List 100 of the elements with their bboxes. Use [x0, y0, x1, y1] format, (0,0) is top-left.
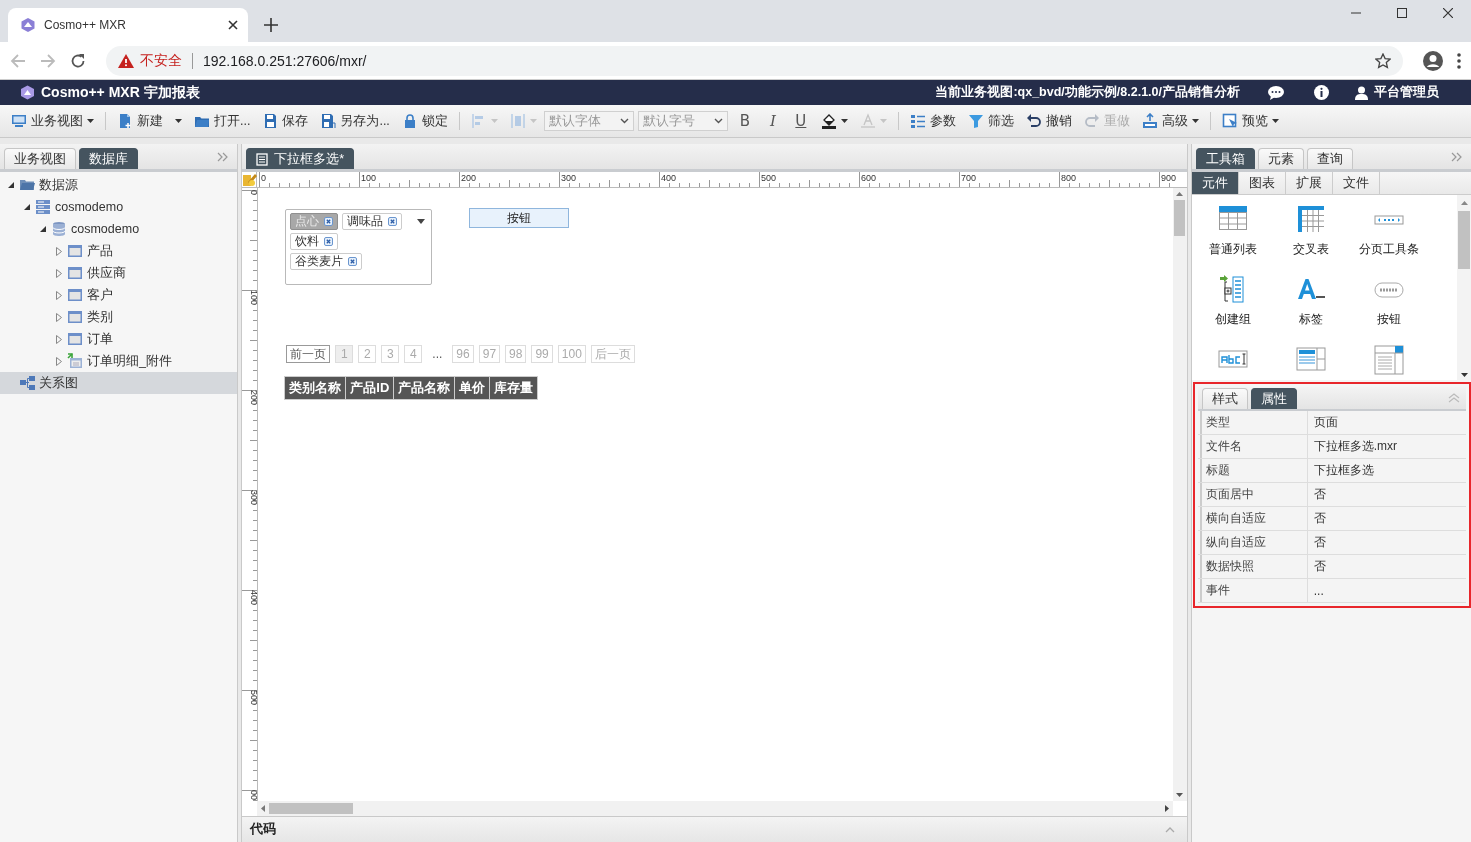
menu-icon[interactable] — [1457, 52, 1461, 69]
remove-icon[interactable] — [324, 217, 334, 226]
tree-item[interactable]: cosmodemo — [0, 196, 238, 218]
collapse-icon[interactable] — [1164, 826, 1175, 833]
scroll-down-icon[interactable] — [1176, 793, 1184, 797]
maximize-icon[interactable] — [1397, 8, 1407, 18]
property-value[interactable]: 下拉框多选 — [1307, 459, 1466, 482]
code-panel-header[interactable]: 代码 — [242, 816, 1187, 842]
scroll-down-icon[interactable] — [1460, 373, 1468, 377]
toolbar-button[interactable]: 撤销 — [1020, 110, 1077, 132]
scrollbar-thumb[interactable] — [1458, 211, 1470, 269]
tab[interactable]: 元素 — [1257, 148, 1304, 169]
tree-item[interactable]: 订单 — [0, 328, 238, 350]
chat-icon[interactable] — [1268, 85, 1284, 100]
toolbar-button[interactable]: 筛选 — [962, 110, 1019, 132]
document-tab[interactable]: 下拉框多选* — [246, 148, 355, 169]
subtab[interactable]: 元件 — [1191, 172, 1239, 194]
tree-item[interactable]: cosmodemo — [0, 218, 238, 240]
forward-icon[interactable] — [40, 52, 56, 69]
info-icon[interactable] — [1314, 85, 1329, 100]
tab[interactable]: 业务视图 — [4, 148, 76, 169]
toolbox-item[interactable]: 普通列表 — [1193, 203, 1272, 273]
tree-item[interactable]: 数据源 — [0, 174, 238, 196]
expanded-arrow-icon[interactable] — [7, 182, 14, 188]
format-button[interactable]: I — [759, 110, 786, 132]
tab[interactable]: 样式 — [1201, 388, 1248, 409]
property-value[interactable]: 下拉框多选.mxr — [1307, 435, 1466, 458]
back-icon[interactable] — [10, 52, 26, 69]
star-icon[interactable] — [1375, 52, 1391, 69]
vertical-scrollbar[interactable] — [1457, 195, 1471, 380]
collapsed-arrow-icon[interactable] — [55, 356, 62, 366]
toolbar-button[interactable]: 另存为... — [315, 110, 395, 132]
toolbox-item[interactable]: 分页工具条 — [1349, 203, 1428, 273]
tab[interactable]: 工具箱 — [1195, 148, 1255, 169]
subtab[interactable]: 图表 — [1238, 172, 1286, 194]
address-bar[interactable]: 不安全 192.168.0.251:27606/mxr/ — [106, 45, 1403, 76]
user-name[interactable]: 平台管理员 — [1374, 84, 1439, 101]
prev-page-button[interactable]: 前一页 — [286, 345, 331, 363]
tab[interactable]: 查询 — [1306, 148, 1353, 169]
toolbar-button[interactable]: 锁定 — [396, 110, 453, 132]
tree-item[interactable]: 客户 — [0, 284, 238, 306]
collapsed-arrow-icon[interactable] — [55, 268, 62, 278]
scroll-up-icon[interactable] — [1460, 201, 1468, 205]
scrollbar-thumb[interactable] — [1174, 200, 1186, 236]
toolbar-button[interactable]: 预览 — [1216, 110, 1284, 132]
toolbar-button[interactable]: 保存 — [257, 110, 314, 132]
toolbar-button[interactable]: 打开... — [189, 110, 256, 132]
toolbar-button[interactable]: 高级 — [1136, 110, 1204, 132]
format-button[interactable]: B — [731, 110, 758, 132]
expanded-arrow-icon[interactable] — [39, 226, 46, 232]
remove-icon[interactable] — [388, 217, 398, 226]
tag-chip[interactable]: 调味品 — [342, 213, 403, 230]
collapsed-arrow-icon[interactable] — [55, 290, 62, 300]
tree-item[interactable]: 产品 — [0, 240, 238, 262]
subtab[interactable]: 扩展 — [1285, 172, 1333, 194]
horizontal-scrollbar[interactable] — [257, 801, 1173, 816]
toolbox-item[interactable]: 交叉表 — [1271, 203, 1350, 273]
browser-tab[interactable]: Cosmo++ MXR — [8, 8, 248, 42]
tab[interactable]: 属性 — [1250, 388, 1297, 409]
expanded-arrow-icon[interactable] — [23, 204, 30, 210]
tab[interactable]: 数据库 — [79, 148, 138, 169]
scrollbar-thumb[interactable] — [269, 803, 354, 814]
toolbar-button[interactable]: 新建 — [112, 110, 168, 132]
property-value[interactable]: 否 — [1307, 555, 1466, 578]
tree-item[interactable]: 供应商 — [0, 262, 238, 284]
toolbar-button[interactable]: 参数 — [904, 110, 961, 132]
tree-item[interactable]: 类别 — [0, 306, 238, 328]
property-value[interactable]: 否 — [1307, 483, 1466, 506]
toolbar-button[interactable]: 业务视图 — [6, 110, 99, 132]
dropdown-arrow-icon[interactable] — [417, 219, 426, 224]
subtab[interactable]: 文件 — [1332, 172, 1380, 194]
close-icon[interactable] — [1443, 8, 1453, 18]
multi-select-combo[interactable]: 点心 调味品 饮料 谷类麦片 — [285, 209, 433, 285]
button[interactable]: 按钮 — [469, 208, 570, 228]
collapsed-arrow-icon[interactable] — [55, 246, 62, 256]
remove-icon[interactable] — [348, 257, 358, 266]
toolbox-item[interactable]: 创建组 — [1193, 273, 1272, 343]
ruler-origin-icon[interactable] — [242, 172, 258, 187]
new-tab-icon[interactable] — [264, 18, 278, 32]
collapsed-arrow-icon[interactable] — [55, 334, 62, 344]
property-value[interactable]: 页面 — [1307, 411, 1466, 434]
expand-panel-icon[interactable] — [1451, 151, 1463, 162]
tree-item[interactable]: 订单明细_附件 — [0, 350, 238, 372]
collapsed-arrow-icon[interactable] — [55, 312, 62, 322]
toolbox-item[interactable]: 按钮 — [1349, 273, 1428, 343]
reload-icon[interactable] — [70, 52, 86, 69]
format-button[interactable]: U — [787, 110, 814, 132]
expand-panel-icon[interactable] — [217, 151, 230, 162]
property-value[interactable]: 否 — [1307, 507, 1466, 530]
tag-chip[interactable]: 谷类麦片 — [290, 253, 363, 270]
remove-icon[interactable] — [324, 237, 334, 246]
scroll-right-icon[interactable] — [1164, 805, 1169, 812]
scroll-left-icon[interactable] — [261, 805, 266, 812]
scroll-up-icon[interactable] — [1176, 192, 1184, 196]
toolbox-item[interactable]: 标签 — [1271, 273, 1350, 343]
tag-chip[interactable]: 饮料 — [290, 233, 339, 250]
property-value[interactable]: ... — [1307, 579, 1466, 602]
tree-item[interactable]: 关系图 — [0, 372, 238, 394]
profile-icon[interactable] — [1423, 50, 1443, 71]
close-icon[interactable] — [228, 20, 238, 30]
